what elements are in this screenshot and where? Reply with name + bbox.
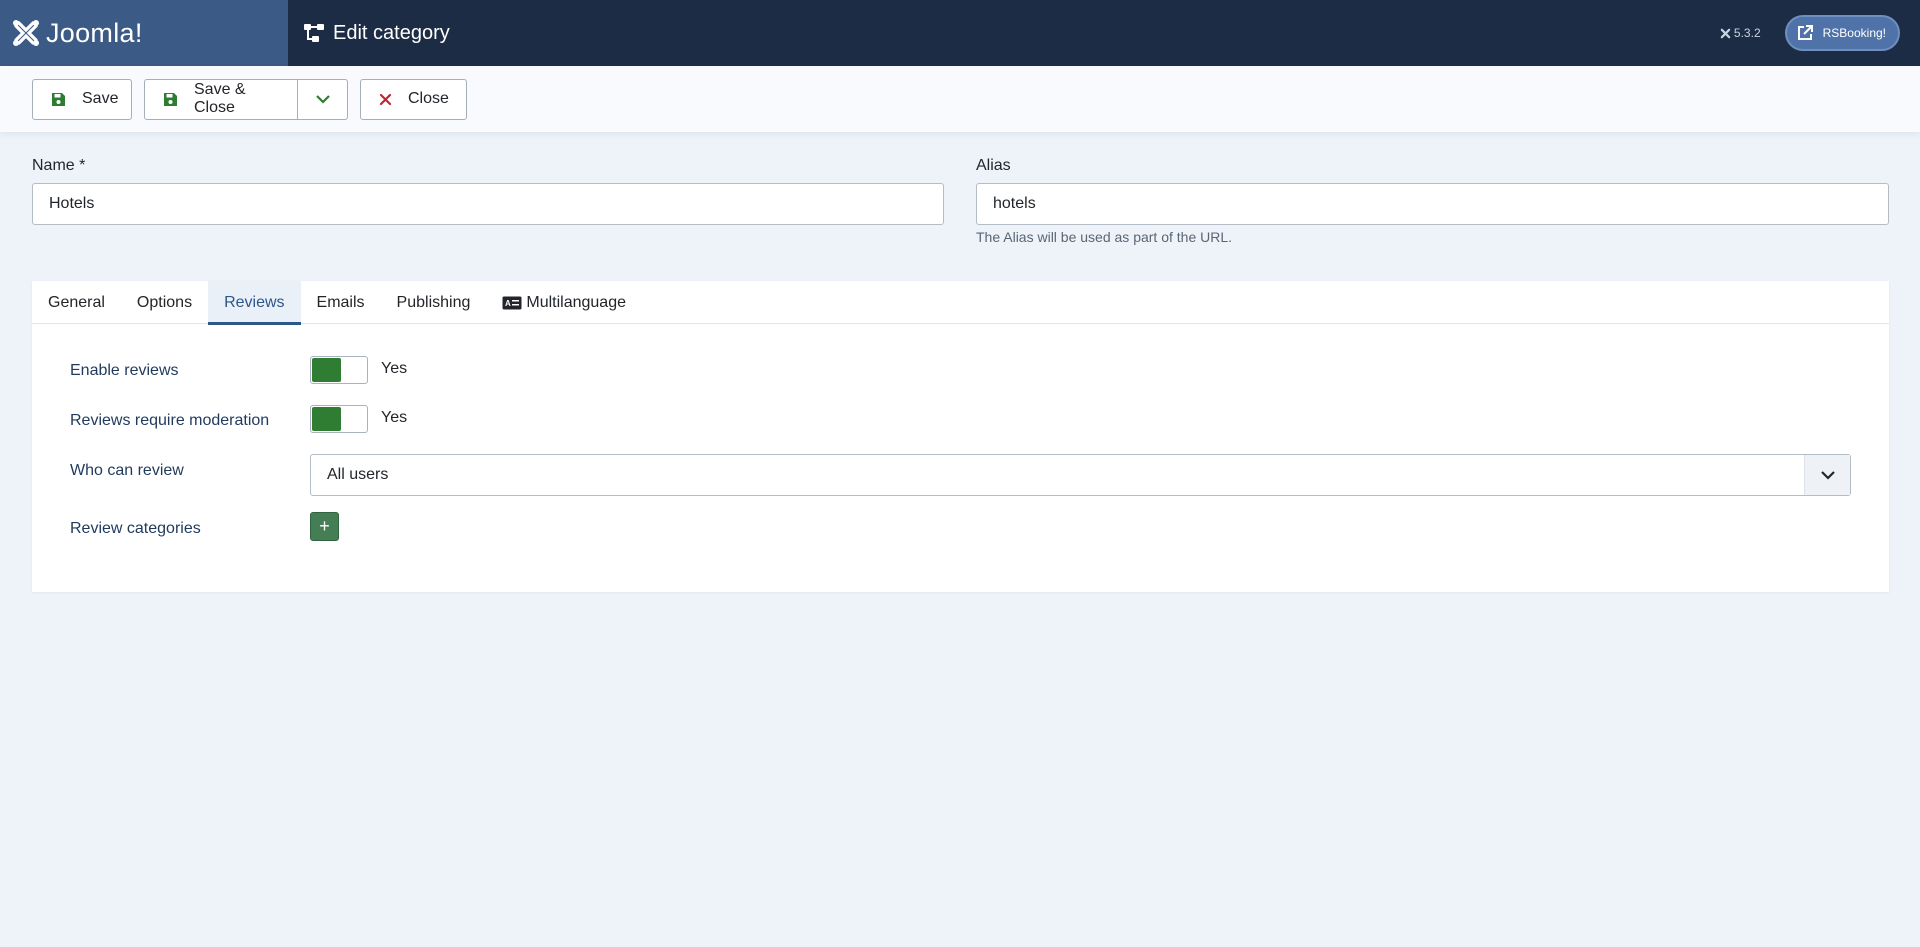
save-button[interactable]: Save xyxy=(32,78,132,120)
save-icon xyxy=(51,92,66,107)
tab-general[interactable]: General xyxy=(32,281,121,324)
switch-on-indicator xyxy=(312,407,341,431)
chevron-down-icon xyxy=(315,95,330,104)
moderation-label: Reviews require moderation xyxy=(70,412,270,429)
save-options-dropdown-button[interactable] xyxy=(298,78,348,120)
save-close-button[interactable]: Save & Close xyxy=(144,78,298,120)
alias-input[interactable]: hotels xyxy=(976,183,1889,225)
tab-multilanguage-label: Multilanguage xyxy=(526,293,626,311)
enable-reviews-label: Enable reviews xyxy=(70,362,179,379)
external-link-icon xyxy=(1793,21,1817,45)
tab-emails[interactable]: Emails xyxy=(301,281,381,324)
moderation-value: Yes xyxy=(381,409,408,426)
tab-publishing[interactable]: Publishing xyxy=(381,281,487,324)
name-input[interactable]: Hotels xyxy=(32,183,944,225)
close-button[interactable]: Close xyxy=(360,78,467,120)
save-icon xyxy=(163,92,178,107)
admin-header: Joomla! Edit category 5.3.2 RSBooking! xyxy=(0,0,1920,66)
view-site-button[interactable]: RSBooking! xyxy=(1784,15,1900,51)
save-close-label: Save & Close xyxy=(194,81,246,116)
joomla-logo-icon xyxy=(13,20,39,46)
close-label: Close xyxy=(408,90,449,107)
save-label: Save xyxy=(82,90,119,107)
svg-text:A: A xyxy=(505,299,511,308)
alias-label: Alias xyxy=(976,157,1011,174)
chevron-down-icon xyxy=(1804,455,1850,495)
language-card-icon: A xyxy=(502,296,522,310)
moderation-switch[interactable] xyxy=(310,405,368,433)
tab-bar: General Options Reviews Emails Publishin… xyxy=(32,281,1889,325)
page-title-text: Edit category xyxy=(333,21,450,44)
tab-multilanguage[interactable]: A Multilanguage xyxy=(486,281,642,324)
switch-on-indicator xyxy=(312,358,341,382)
logo-text: Joomla! xyxy=(46,17,143,48)
close-icon xyxy=(379,93,392,106)
enable-reviews-switch[interactable] xyxy=(310,356,368,384)
toolbar: Save Save & Close Close xyxy=(0,66,1920,132)
category-tree-icon xyxy=(304,24,324,42)
version-text: 5.3.2 xyxy=(1733,26,1761,40)
enable-reviews-value: Yes xyxy=(381,360,408,377)
joomla-logo[interactable]: Joomla! xyxy=(0,0,288,66)
who-can-review-select[interactable]: All users xyxy=(310,454,1851,496)
review-categories-label: Review categories xyxy=(70,520,201,537)
site-button-label: RSBooking! xyxy=(1822,26,1886,40)
who-can-review-value: All users xyxy=(327,466,389,483)
who-can-review-label: Who can review xyxy=(70,462,184,479)
tabs-panel: General Options Reviews Emails Publishin… xyxy=(32,281,1889,592)
plus-icon: + xyxy=(319,516,330,536)
add-review-category-button[interactable]: + xyxy=(310,512,339,541)
joomla-small-icon xyxy=(1720,28,1731,38)
name-label: Name * xyxy=(32,157,86,174)
version-indicator: 5.3.2 xyxy=(1720,26,1761,40)
tab-options[interactable]: Options xyxy=(121,281,208,324)
save-close-group: Save & Close xyxy=(144,78,348,120)
tab-reviews[interactable]: Reviews xyxy=(208,281,302,325)
alias-help-text: The Alias will be used as part of the UR… xyxy=(976,229,1233,245)
page-title: Edit category xyxy=(303,22,450,45)
